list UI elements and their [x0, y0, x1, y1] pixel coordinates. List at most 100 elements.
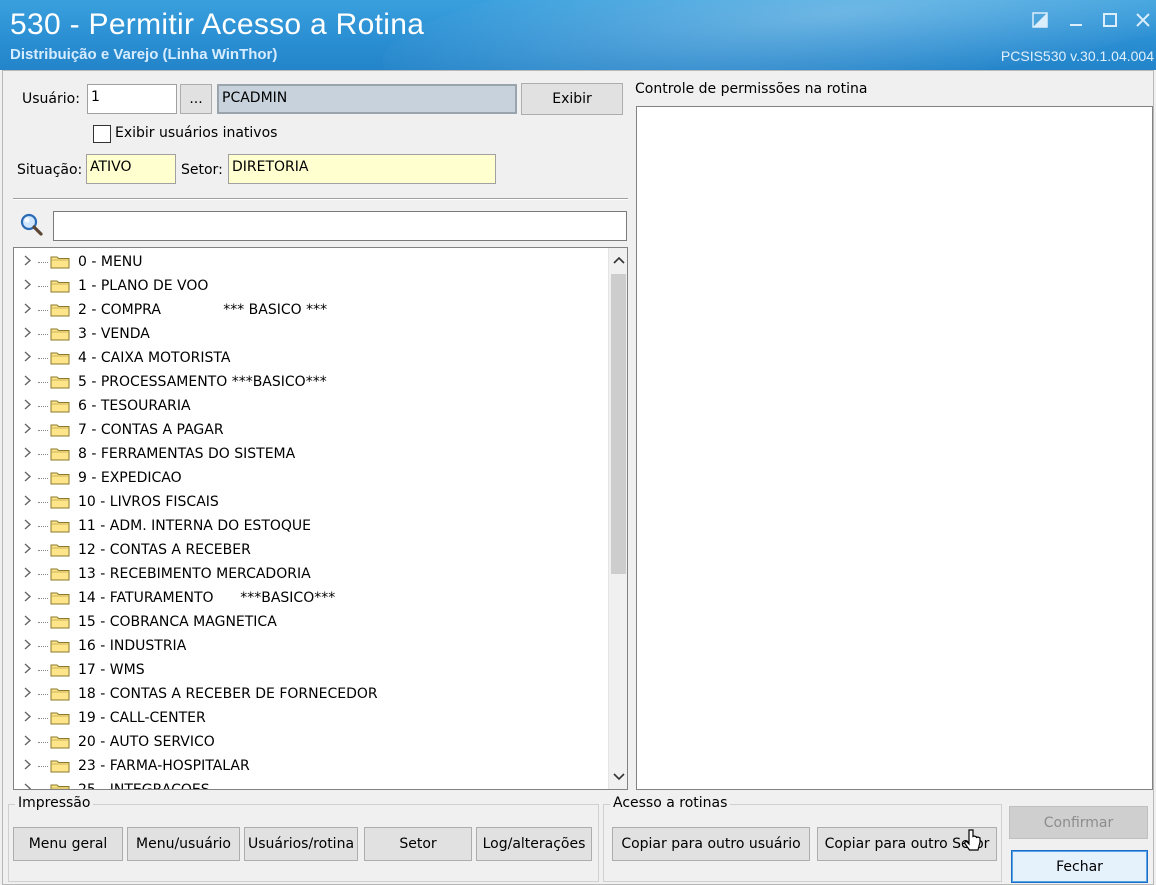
tree-item[interactable]: 8 - FERRAMENTAS DO SISTEMA	[14, 442, 295, 466]
scroll-up-icon[interactable]	[609, 250, 627, 270]
tree-search-input[interactable]	[53, 211, 627, 241]
tree-item[interactable]: 18 - CONTAS A RECEBER DE FORNECEDOR	[14, 682, 378, 706]
tree-connector	[38, 717, 48, 719]
tree-connector	[38, 573, 48, 575]
expand-chevron-icon[interactable]	[24, 302, 38, 318]
folder-icon	[50, 255, 70, 269]
tree-item[interactable]: 19 - CALL-CENTER	[14, 706, 206, 730]
expand-chevron-icon[interactable]	[24, 422, 38, 438]
tree-item[interactable]: 20 - AUTO SERVICO	[14, 730, 215, 754]
tree-item-label: 20 - AUTO SERVICO	[78, 734, 215, 750]
expand-chevron-icon[interactable]	[24, 638, 38, 654]
expand-chevron-icon[interactable]	[24, 758, 38, 774]
expand-chevron-icon[interactable]	[24, 662, 38, 678]
folder-icon	[50, 423, 70, 437]
tree-item[interactable]: 10 - LIVROS FISCAIS	[14, 490, 219, 514]
tree-item[interactable]: 14 - FATURAMENTO ***BASICO***	[14, 586, 335, 610]
tree-item[interactable]: 4 - CAIXA MOTORISTA	[14, 346, 230, 370]
tree-connector	[38, 765, 48, 767]
expand-chevron-icon[interactable]	[24, 494, 38, 510]
tree-connector	[38, 381, 48, 383]
expand-chevron-icon[interactable]	[24, 398, 38, 414]
tree-item-label: 13 - RECEBIMENTO MERCADORIA	[78, 566, 311, 582]
setor-label: Setor:	[181, 162, 223, 178]
tree-item-label: 10 - LIVROS FISCAIS	[78, 494, 219, 510]
confirmar-button[interactable]: Confirmar	[1009, 806, 1148, 839]
scroll-thumb[interactable]	[611, 274, 626, 574]
tree-item-label: 2 - COMPRA *** BASICO ***	[78, 302, 328, 318]
tree-item[interactable]: 9 - EXPEDICAO	[14, 466, 182, 490]
tree-connector	[38, 261, 48, 263]
expand-chevron-icon[interactable]	[24, 518, 38, 534]
tree-item[interactable]: 11 - ADM. INTERNA DO ESTOQUE	[14, 514, 311, 538]
expand-chevron-icon[interactable]	[24, 782, 38, 789]
folder-icon	[50, 447, 70, 461]
usuario-lookup-button[interactable]: ...	[180, 84, 212, 114]
copiar-usuario-button[interactable]: Copiar para outro usuário	[612, 827, 810, 861]
setor-field: DIRETORIA	[228, 154, 496, 184]
expand-chevron-icon[interactable]	[24, 254, 38, 270]
tree-item[interactable]: 23 - FARMA-HOSPITALAR	[14, 754, 250, 778]
usuario-code-input[interactable]: 1	[87, 84, 177, 114]
folder-icon	[50, 327, 70, 341]
expand-chevron-icon[interactable]	[24, 446, 38, 462]
tree-item-label: 23 - FARMA-HOSPITALAR	[78, 758, 250, 774]
inativos-checkbox[interactable]	[93, 125, 111, 143]
tree-item[interactable]: 25 - INTEGRACOES	[14, 778, 210, 789]
expand-chevron-icon[interactable]	[24, 326, 38, 342]
tree-item[interactable]: 13 - RECEBIMENTO MERCADORIA	[14, 562, 311, 586]
routine-tree[interactable]: 0 - MENU 1 - PLANO DE VOO 2 - COMPRA *** B…	[13, 247, 628, 790]
tree-connector	[38, 309, 48, 311]
folder-icon	[50, 495, 70, 509]
tree-item-label: 8 - FERRAMENTAS DO SISTEMA	[78, 446, 296, 462]
tree-item[interactable]: 15 - COBRANCA MAGNETICA	[14, 610, 277, 634]
usuarios-rotina-button[interactable]: Usuários/rotina	[244, 827, 358, 861]
expand-chevron-icon[interactable]	[24, 470, 38, 486]
tree-connector	[38, 597, 48, 599]
tree-item[interactable]: 6 - TESOURARIA	[14, 394, 191, 418]
mouse-cursor-icon	[963, 828, 983, 854]
tree-scrollbar[interactable]	[608, 248, 627, 789]
setor-button[interactable]: Setor	[364, 827, 472, 861]
expand-chevron-icon[interactable]	[24, 590, 38, 606]
tree-item[interactable]: 2 - COMPRA *** BASICO ***	[14, 298, 327, 322]
folder-icon	[50, 519, 70, 533]
theme-icon[interactable]	[1028, 8, 1052, 32]
tree-item[interactable]: 7 - CONTAS A PAGAR	[14, 418, 224, 442]
expand-chevron-icon[interactable]	[24, 686, 38, 702]
folder-icon	[50, 687, 70, 701]
inativos-label: Exibir usuários inativos	[115, 125, 278, 141]
tree-item[interactable]: 17 - WMS	[14, 658, 145, 682]
menu-usuario-button[interactable]: Menu/usuário	[127, 827, 240, 861]
fechar-button[interactable]: Fechar	[1011, 850, 1148, 883]
tree-item[interactable]: 0 - MENU	[14, 250, 143, 274]
maximize-icon[interactable]	[1098, 8, 1122, 32]
tree-item[interactable]: 16 - INDUSTRIA	[14, 634, 186, 658]
exibir-button[interactable]: Exibir	[521, 83, 623, 115]
menu-geral-button[interactable]: Menu geral	[13, 827, 123, 861]
tree-item[interactable]: 12 - CONTAS A RECEBER	[14, 538, 251, 562]
tree-item-label: 9 - EXPEDICAO	[78, 470, 182, 486]
expand-chevron-icon[interactable]	[24, 278, 38, 294]
usuario-name-field: PCADMIN	[217, 84, 517, 114]
scroll-down-icon[interactable]	[609, 767, 627, 787]
tree-connector	[38, 741, 48, 743]
expand-chevron-icon[interactable]	[24, 614, 38, 630]
expand-chevron-icon[interactable]	[24, 566, 38, 582]
tree-item-label: 1 - PLANO DE VOO	[78, 278, 209, 294]
permissions-list[interactable]	[636, 106, 1153, 790]
expand-chevron-icon[interactable]	[24, 542, 38, 558]
tree-item[interactable]: 3 - VENDA	[14, 322, 150, 346]
minimize-icon[interactable]	[1064, 8, 1088, 32]
tree-item[interactable]: 1 - PLANO DE VOO	[14, 274, 208, 298]
tree-item-label: 15 - COBRANCA MAGNETICA	[78, 614, 277, 630]
expand-chevron-icon[interactable]	[24, 374, 38, 390]
log-alteracoes-button[interactable]: Log/alterações	[476, 827, 592, 861]
close-icon[interactable]	[1131, 8, 1155, 32]
expand-chevron-icon[interactable]	[24, 734, 38, 750]
expand-chevron-icon[interactable]	[24, 710, 38, 726]
tree-item[interactable]: 5 - PROCESSAMENTO ***BASICO***	[14, 370, 327, 394]
tree-connector	[38, 357, 48, 359]
window-title: 530 - Permitir Acesso a Rotina	[10, 8, 425, 41]
expand-chevron-icon[interactable]	[24, 350, 38, 366]
